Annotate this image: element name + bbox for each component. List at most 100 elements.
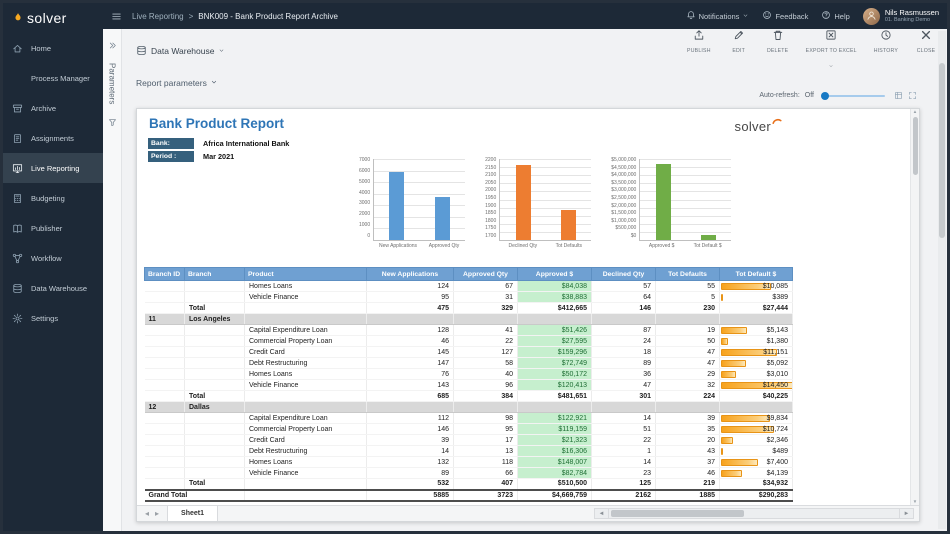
declined-qty-cell: 2162 [592,490,656,501]
publish-button[interactable]: PUBLISH [687,28,711,54]
export-to-excel-button[interactable]: EXPORT TO EXCEL [806,28,857,74]
y-tick-label: 3000 [359,200,370,206]
user-menu[interactable]: Nils Rasmussen 01. Banking Demo [863,8,939,25]
sidebar-item-budgeting[interactable]: Budgeting [3,183,103,213]
horizontal-scroll-thumb[interactable] [611,510,744,517]
declined-qty-cell: 125 [592,479,656,490]
help-button[interactable]: Help [821,10,849,22]
sidebar-item-workflow[interactable]: Workflow [3,243,103,273]
action-label: CLOSE [917,48,936,54]
app-logo[interactable]: solver [3,3,103,33]
column-header: Approved Qty [454,268,518,281]
sheet-next-button[interactable]: ▸ [155,509,159,518]
sidebar-item-data-warehouse[interactable]: Data Warehouse [3,273,103,303]
x-category-label: Tot Defaults [556,243,582,249]
archive-icon [3,103,31,114]
chart-3: $5,000,000$4,500,000$4,000,000$3,500,000… [611,159,731,249]
sidebar: solver HomeProcess ManagerArchiveAssignm… [3,3,103,531]
sidebar-item-assignments[interactable]: Assignments [3,123,103,153]
approved-usd-cell: $510,500 [518,479,592,490]
sheet-tab[interactable]: Sheet1 [167,506,218,521]
report-table: Branch IDBranchProductNew ApplicationsAp… [144,267,793,502]
data-bar-value: $9,834 [767,415,788,422]
report-horizontal-scrollbar[interactable] [609,508,899,519]
new-applications-cell: 95 [367,292,454,303]
gridline [500,200,591,201]
tot-defaults-cell: 230 [656,303,720,314]
breadcrumb-section[interactable]: Live Reporting [132,12,184,21]
sidebar-item-home[interactable]: Home [3,33,103,63]
data-bar [721,371,736,378]
tot-default-usd-cell: $5,143 [720,325,793,336]
approved-usd-cell: $412,665 [518,303,592,314]
hamburger-icon[interactable] [111,11,122,22]
declined-qty-cell: 301 [592,391,656,402]
chart-plot [373,159,465,241]
delete-button[interactable]: DELETE [767,28,789,54]
y-tick-label: $1,000,000 [611,218,636,224]
gridline [500,224,591,225]
auto-refresh-toggle[interactable] [823,95,885,97]
sheet-prev-button[interactable]: ◂ [145,509,149,518]
page-scroll-thumb[interactable] [939,63,945,238]
new-applications-cell: 46 [367,336,454,347]
scroll-up-icon[interactable]: ▲ [913,109,917,114]
x-category-label: Approved $ [649,243,675,249]
tot-default-usd-cell: $14,450 [720,380,793,391]
product-cell: Debt Restructuring [245,358,367,369]
expand-panel-icon[interactable] [108,37,117,55]
toggle-knob[interactable] [821,92,829,100]
y-tick-label: 5000 [359,179,370,185]
table-body: Homes Loans12467$84,0385755$10,085Vehicl… [145,281,793,501]
scroll-down-icon[interactable]: ▼ [913,499,917,504]
fullscreen-icon[interactable] [908,91,917,100]
hscroll-left-button[interactable]: ◄ [594,508,609,519]
edit-button[interactable]: EDIT [728,28,750,54]
tot-default-usd-cell: $9,834 [720,413,793,424]
parameters-panel-collapsed[interactable]: Parameters [103,29,122,531]
hscroll-right-button[interactable]: ► [899,508,914,519]
table-row-product: Vehicle Finance8966$82,7842346$4,139 [145,468,793,479]
gridline [500,159,591,160]
data-source-label: Data Warehouse [151,46,214,56]
notifications-button[interactable]: Notifications [686,10,750,22]
table-row-product: Homes Loans132118$148,0071437$7,400 [145,457,793,468]
report-parameters-toggle[interactable]: Report parameters [136,78,218,88]
filter-icon[interactable] [108,114,117,132]
feedback-button[interactable]: Feedback [762,10,808,22]
bell-icon [686,10,696,22]
approved-qty-cell: 98 [454,413,518,424]
page-vertical-scrollbar[interactable] [938,31,946,529]
cell [518,314,592,325]
table-row-product: Debt Restructuring1413$16,306143$489 [145,446,793,457]
vertical-scroll-thumb[interactable] [913,117,918,175]
table-view-icon[interactable] [894,91,903,100]
new-applications-cell: 89 [367,468,454,479]
tot-default-usd-cell: $7,400 [720,457,793,468]
charts: 70006000500040003000200010000New Applica… [359,159,731,249]
y-tick-label: 7000 [359,157,370,163]
sidebar-item-publisher[interactable]: Publisher [3,213,103,243]
y-tick-label: 1800 [485,218,496,224]
sidebar-item-settings[interactable]: Settings [3,303,103,333]
chevron-down-icon [218,46,225,56]
cell [145,303,185,314]
sidebar-item-archive[interactable]: Archive [3,93,103,123]
data-bar [721,448,723,455]
report-vertical-scrollbar[interactable]: ▲ ▼ [910,109,919,505]
gridline [500,191,591,192]
history-button[interactable]: HISTORY [874,28,898,54]
tot-defaults-cell: 224 [656,391,720,402]
data-source-selector[interactable]: Data Warehouse [136,45,225,58]
declined-qty-cell: 64 [592,292,656,303]
x-category-label: Approved Qty [429,243,460,249]
chart-plot-area: Declined QtyTot Defaults [499,159,591,249]
close-button[interactable]: CLOSE [915,28,937,54]
cell [518,402,592,413]
data-bar-value: $14,450 [763,382,788,389]
column-header: Branch ID [145,268,185,281]
sidebar-item-live-reporting[interactable]: Live Reporting [3,153,103,183]
sidebar-item-process-manager[interactable]: Process Manager [3,63,103,93]
new-applications-cell: 5885 [367,490,454,501]
y-tick-label: 1950 [485,195,496,201]
